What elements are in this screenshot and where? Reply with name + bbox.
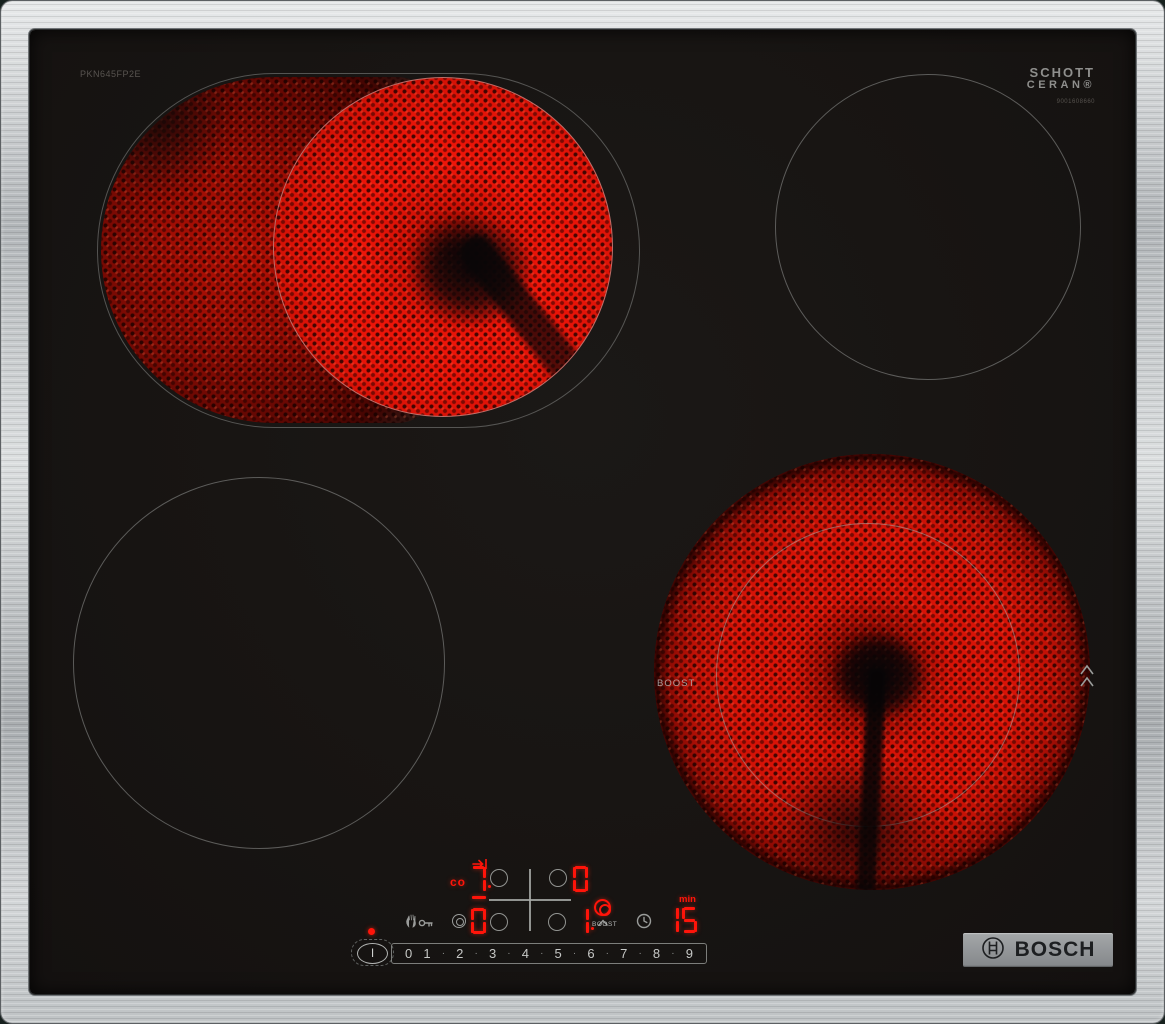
display-rear-right-level <box>573 866 588 892</box>
power-key[interactable]: I <box>357 942 388 964</box>
slider-separator-dot: · <box>605 947 610 959</box>
slider-separator-dot: · <box>572 947 577 959</box>
bosch-logo-text: BOSCH <box>1014 938 1096 961</box>
slider-separator-dot: · <box>638 947 642 959</box>
slider-level-0[interactable]: 0 <box>405 947 412 960</box>
power-level-slider[interactable]: 0 1 · 2 · 3 · 4 · 5 · 6 · 7 · 8 · 9 <box>391 943 707 964</box>
slider-level-1[interactable]: 1 <box>423 947 430 960</box>
slider-level-5[interactable]: 5 <box>555 947 562 960</box>
ceramic-glass-surface: PKN645FP2E SCHOTT CERAN® 9001608660 BOOS… <box>30 30 1135 994</box>
zone-select-rear-left[interactable] <box>490 869 508 887</box>
seven-segment-digit <box>471 866 486 892</box>
slider-level-7[interactable]: 7 <box>620 947 627 960</box>
bosch-emblem-icon <box>981 936 1005 965</box>
dual-zone-select-icon[interactable] <box>452 914 466 928</box>
slider-separator-dot: · <box>540 947 544 959</box>
slider-level-9[interactable]: 9 <box>686 947 693 960</box>
slider-level-8[interactable]: 8 <box>653 947 660 960</box>
zone-map-horizontal-line <box>489 899 571 901</box>
slider-level-6[interactable]: 6 <box>587 947 594 960</box>
seven-segment-digit <box>682 907 697 933</box>
timer-unit-label: min <box>679 894 696 905</box>
display-rear-left-level <box>471 866 491 899</box>
child-lock-icon[interactable] <box>403 911 435 936</box>
power-indicator-dot <box>368 928 375 935</box>
slider-separator-dot: · <box>474 947 478 959</box>
zone-select-front-right[interactable] <box>548 913 566 931</box>
display-front-right-level <box>574 908 594 934</box>
dual-circuit-indicator: co <box>450 875 467 889</box>
slider-separator-dot: · <box>441 947 446 959</box>
display-decimal-dot <box>488 885 491 888</box>
seven-segment-digit <box>574 908 589 934</box>
cooktop: PKN645FP2E SCHOTT CERAN® 9001608660 BOOS… <box>0 0 1165 1024</box>
slider-level-3[interactable]: 3 <box>489 947 496 960</box>
boost-key-label: BOOST <box>592 921 618 928</box>
slider-level-2[interactable]: 2 <box>456 947 463 960</box>
slider-separator-dot: · <box>671 947 675 959</box>
slider-separator-dot: · <box>507 947 511 959</box>
touch-control-panel: co BOOST min I 0 1 · 2 · 3 · 4 · 5 · 6 ·… <box>30 30 1135 994</box>
slider-level-4[interactable]: 4 <box>522 947 529 960</box>
display-underline-dash <box>472 896 486 899</box>
bosch-logo-plate: BOSCH <box>963 933 1113 967</box>
seven-segment-digit <box>471 908 486 934</box>
seven-segment-digit <box>664 907 679 933</box>
seven-segment-digit <box>573 866 588 892</box>
timer-clock-icon[interactable] <box>636 913 652 934</box>
display-front-left-level <box>471 908 486 934</box>
zone-select-front-left[interactable] <box>490 913 508 931</box>
power-key-area: I <box>351 939 394 966</box>
zone-select-rear-right[interactable] <box>549 869 567 887</box>
display-timer-minutes <box>664 907 697 933</box>
